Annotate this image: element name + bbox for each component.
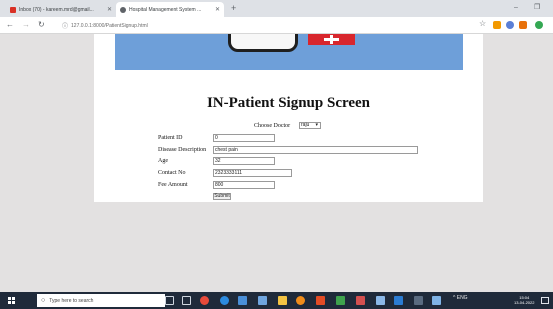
app-icon[interactable] <box>296 296 305 305</box>
site-info-icon[interactable]: ⓘ <box>62 21 68 30</box>
extension-icon[interactable] <box>493 21 501 29</box>
taskbar-clock[interactable]: 15:04 13-04-2022 <box>514 295 534 305</box>
page-container: IN-Patient Signup Screen Choose Doctor r… <box>94 34 483 202</box>
back-icon[interactable]: ← <box>6 20 14 30</box>
medical-cross-icon <box>308 34 355 45</box>
minimize-button[interactable]: – <box>514 3 518 13</box>
store-icon[interactable] <box>238 296 247 305</box>
search-placeholder: Type here to search <box>49 297 94 304</box>
patient-id-label: Patient ID <box>158 135 183 141</box>
bookmark-star-icon[interactable]: ☆ <box>479 19 486 28</box>
word-icon[interactable] <box>394 296 403 305</box>
chevron-down-icon: ▾ <box>315 122 318 128</box>
notification-icon[interactable] <box>541 297 549 304</box>
header-banner <box>115 34 463 70</box>
tab-label: Inbox (70) - kareem.mrd@gmail... <box>19 6 94 13</box>
new-tab-button[interactable]: + <box>231 3 236 13</box>
contact-no-field[interactable]: 2323333111 <box>213 169 292 177</box>
age-field[interactable]: 32 <box>213 157 275 165</box>
app-icon[interactable] <box>356 296 365 305</box>
reload-icon[interactable]: ↻ <box>38 20 45 30</box>
edge-browser-icon[interactable] <box>220 296 229 305</box>
browser-toolbar: ← → ↻ ⓘ 127.0.0.1:8000/PatientSignup.htm… <box>0 17 553 34</box>
banner-device-image <box>228 34 298 52</box>
browser-tab-strip: Inbox (70) - kareem.mrd@gmail... ✕ Hospi… <box>0 0 553 17</box>
submit-button[interactable]: Submit <box>213 193 231 200</box>
search-icon: ○ <box>41 297 46 304</box>
disease-description-field[interactable]: chest pain <box>213 146 418 154</box>
close-tab-icon[interactable]: ✕ <box>107 6 112 13</box>
file-explorer-icon[interactable] <box>278 296 287 305</box>
app-icon[interactable] <box>258 296 267 305</box>
extension-icon[interactable] <box>519 21 527 29</box>
doctor-select-value: raju <box>301 122 310 128</box>
fee-amount-field[interactable]: 800 <box>213 181 275 189</box>
maximize-button[interactable]: ❐ <box>534 3 540 13</box>
choose-doctor-label: Choose Doctor <box>254 123 291 129</box>
contact-no-label: Contact No <box>158 170 186 176</box>
profile-icon[interactable] <box>535 21 543 29</box>
app-icon[interactable] <box>414 296 423 305</box>
windows-start-icon[interactable] <box>8 297 16 305</box>
task-view-icon[interactable] <box>182 296 191 305</box>
age-label: Age <box>158 158 168 164</box>
tab-hospital[interactable]: Hospital Management System ... ✕ <box>116 2 224 17</box>
patient-id-field[interactable]: 0 <box>213 134 275 142</box>
forward-icon[interactable]: → <box>22 20 30 30</box>
url-text: 127.0.0.1:8000/PatientSignup.html <box>71 22 148 29</box>
system-tray[interactable]: ^ ENG <box>453 296 468 301</box>
doctor-select[interactable]: raju ▾ <box>299 122 321 129</box>
app-icon[interactable] <box>316 296 325 305</box>
address-bar[interactable]: ⓘ 127.0.0.1:8000/PatientSignup.html <box>62 20 472 31</box>
windows-taskbar: ○ Type here to search ^ ENG 15:04 13-04-… <box>0 292 553 309</box>
page-title: IN-Patient Signup Screen <box>206 95 371 111</box>
disease-description-label: Disease Description <box>158 147 207 153</box>
clock-date: 13-04-2022 <box>514 300 535 305</box>
chrome-icon[interactable] <box>432 296 441 305</box>
app-icon[interactable] <box>376 296 385 305</box>
extension-icon[interactable] <box>506 21 514 29</box>
microphone-icon[interactable] <box>165 296 174 305</box>
taskbar-search-input[interactable]: ○ Type here to search <box>37 294 165 307</box>
tab-label: Hospital Management System ... <box>129 6 202 13</box>
app-icon[interactable] <box>336 296 345 305</box>
fee-amount-label: Fee Amount <box>158 182 188 188</box>
close-tab-icon[interactable]: ✕ <box>215 6 220 13</box>
tab-gmail[interactable]: Inbox (70) - kareem.mrd@gmail... ✕ <box>6 2 116 17</box>
gmail-icon <box>10 6 16 13</box>
opera-browser-icon[interactable] <box>200 296 209 305</box>
globe-icon <box>120 6 126 13</box>
